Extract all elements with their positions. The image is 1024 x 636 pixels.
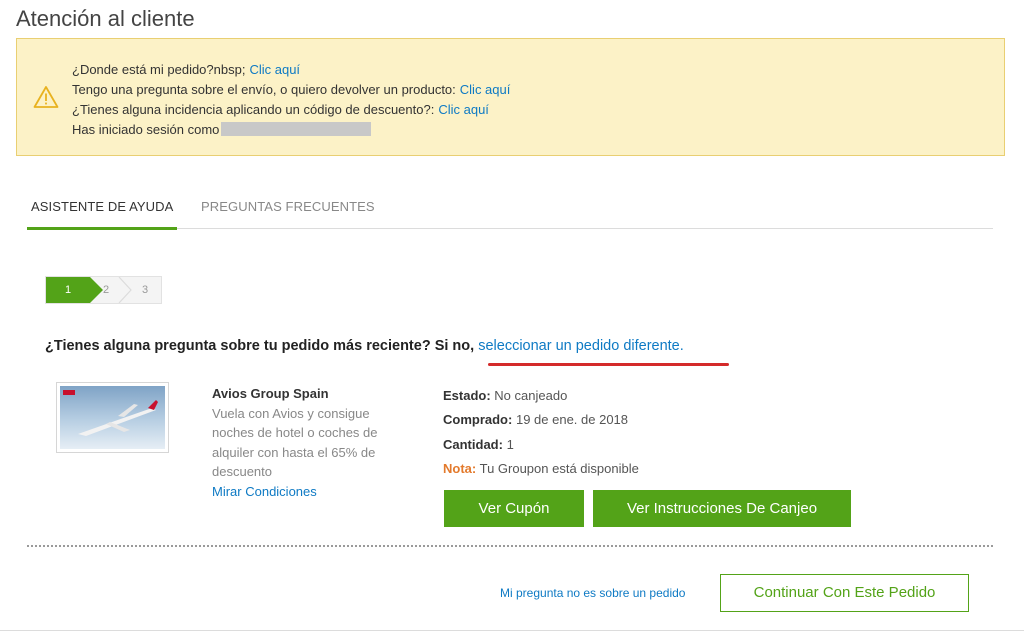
airplane-icon [63,390,158,436]
note-value: Tu Groupon está disponible [479,460,639,476]
quantity-value: 1 [506,436,514,452]
order-info: Estado: No canjeado Comprado: 19 de ene.… [443,384,639,481]
info-notice: ¿Donde está mi pedido?nbsp; Clic aquí Ten… [16,38,1005,156]
notice-text: ¿Donde está mi pedido?nbsp; [72,62,246,77]
view-coupon-button[interactable]: Ver Cupón [444,490,584,527]
help-tabs: ASISTENTE DE AYUDA PREGUNTAS FRECUENTES [27,184,993,230]
notice-line-order: ¿Donde está mi pedido?nbsp; Clic aquí [72,60,510,80]
notice-line-shipping: Tengo una pregunta sobre el envío, o qui… [72,80,510,100]
notice-text: Tengo una pregunta sobre el envío, o qui… [72,82,456,97]
deal-thumbnail[interactable] [56,382,169,453]
purchase-date-label: Comprado: [443,412,513,428]
shipping-question-link[interactable]: Clic aquí [460,82,511,97]
recent-order-question: ¿Tienes alguna pregunta sobre tu pedido … [45,338,684,354]
view-redemption-instructions-button[interactable]: Ver Instrucciones De Canjeo [593,490,851,527]
purchase-date-row: Comprado: 19 de ene. de 2018 [443,408,639,432]
order-status-link[interactable]: Clic aquí [249,62,300,77]
warning-icon [33,86,59,108]
status-label: Estado: [443,388,491,403]
step-divider-icon [118,277,132,303]
airplane-image [60,386,165,449]
tab-faq[interactable]: PREGUNTAS FRECUENTES [201,199,375,214]
tab-help-assistant[interactable]: ASISTENTE DE AYUDA [27,199,178,230]
status-row: Estado: No canjeado [443,384,639,408]
notice-line-session: Has iniciado sesión como [72,120,510,140]
deal-description: Vuela con Avios y consigue noches de hot… [212,405,378,480]
note-row: Nota: Tu Groupon está disponible [443,457,639,481]
redacted-username [221,122,372,136]
notice-text: Has iniciado sesión como [72,122,220,137]
continue-with-order-button[interactable]: Continuar Con Este Pedido [720,574,969,612]
quantity-label: Cantidad: [443,436,503,452]
note-label: Nota: [443,460,477,476]
dotted-divider [27,545,993,547]
purchase-date-value: 19 de ene. de 2018 [515,412,629,428]
select-different-order-link[interactable]: seleccionar un pedido diferente. [478,338,684,354]
status-value: No canjeado [494,388,568,403]
quantity-row: Cantidad: 1 [443,433,639,457]
step-1: 1 [46,277,90,303]
bottom-divider [0,630,1024,631]
deal-title: Avios Group Spain [212,386,329,401]
not-about-order-link[interactable]: Mi pregunta no es sobre un pedido [500,586,685,600]
step-3: 3 [141,284,149,296]
page-title: Atención al cliente [16,6,195,31]
step-2: 2 [102,284,110,296]
discount-issue-link[interactable]: Clic aquí [438,102,489,117]
progress-stepper: 1 2 3 [45,276,162,304]
terms-link[interactable]: Mirar Condiciones [212,484,317,499]
notice-text: ¿Tienes alguna incidencia aplicando un c… [72,102,435,117]
notice-line-discount: ¿Tienes alguna incidencia aplicando un c… [72,100,510,120]
highlight-underline [488,363,729,366]
notice-lines: ¿Donde está mi pedido?nbsp; Clic aquí Ten… [72,60,510,140]
deal-details: Avios Group Spain Vuela con Avios y cons… [212,384,397,501]
question-text: ¿Tienes alguna pregunta sobre tu pedido … [45,338,475,354]
